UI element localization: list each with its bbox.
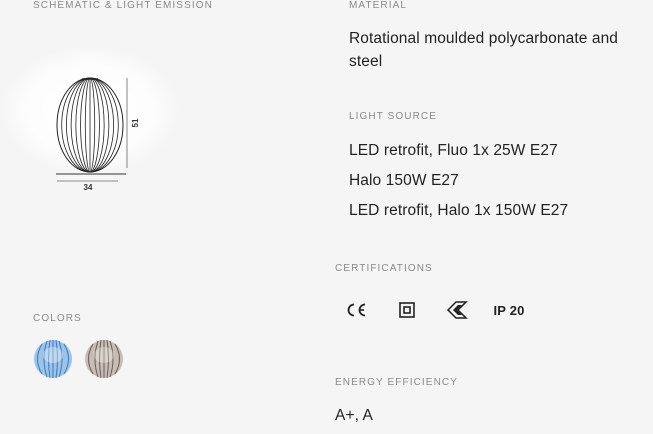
light-source-item: LED retrofit, Fluo 1x 25W E27 bbox=[349, 142, 558, 159]
material-label: MATERIAL bbox=[349, 0, 408, 11]
light-source-item: LED retrofit, Halo 1x 150W E27 bbox=[349, 202, 569, 219]
double-insulation-icon bbox=[396, 299, 418, 321]
color-swatch-grey-brown[interactable] bbox=[84, 339, 124, 379]
light-source-label: LIGHT SOURCE bbox=[349, 111, 438, 122]
enec-mark-icon bbox=[445, 299, 469, 321]
ce-mark-icon bbox=[344, 299, 368, 321]
width-dimension-text: 34 bbox=[84, 183, 93, 192]
ip-rating-text: IP 20 bbox=[493, 302, 525, 318]
light-source-item: Halo 150W E27 bbox=[349, 172, 459, 189]
schematic-label: SCHEMATIC & LIGHT EMISSION bbox=[33, 0, 213, 11]
certifications-label: CERTIFICATIONS bbox=[335, 263, 433, 274]
color-swatch-light-blue[interactable] bbox=[33, 339, 73, 379]
energy-efficiency-value: A+, A bbox=[335, 407, 373, 424]
lamp-schematic-drawing: 51 34 bbox=[0, 48, 180, 192]
height-dimension-text: 51 bbox=[131, 118, 140, 127]
colors-label: COLORS bbox=[33, 313, 82, 324]
energy-efficiency-label: ENERGY EFFICIENCY bbox=[335, 377, 458, 388]
ip-rating-icon: IP 20 bbox=[491, 299, 527, 321]
material-value: Rotational moulded polycarbonate and ste… bbox=[349, 30, 619, 70]
